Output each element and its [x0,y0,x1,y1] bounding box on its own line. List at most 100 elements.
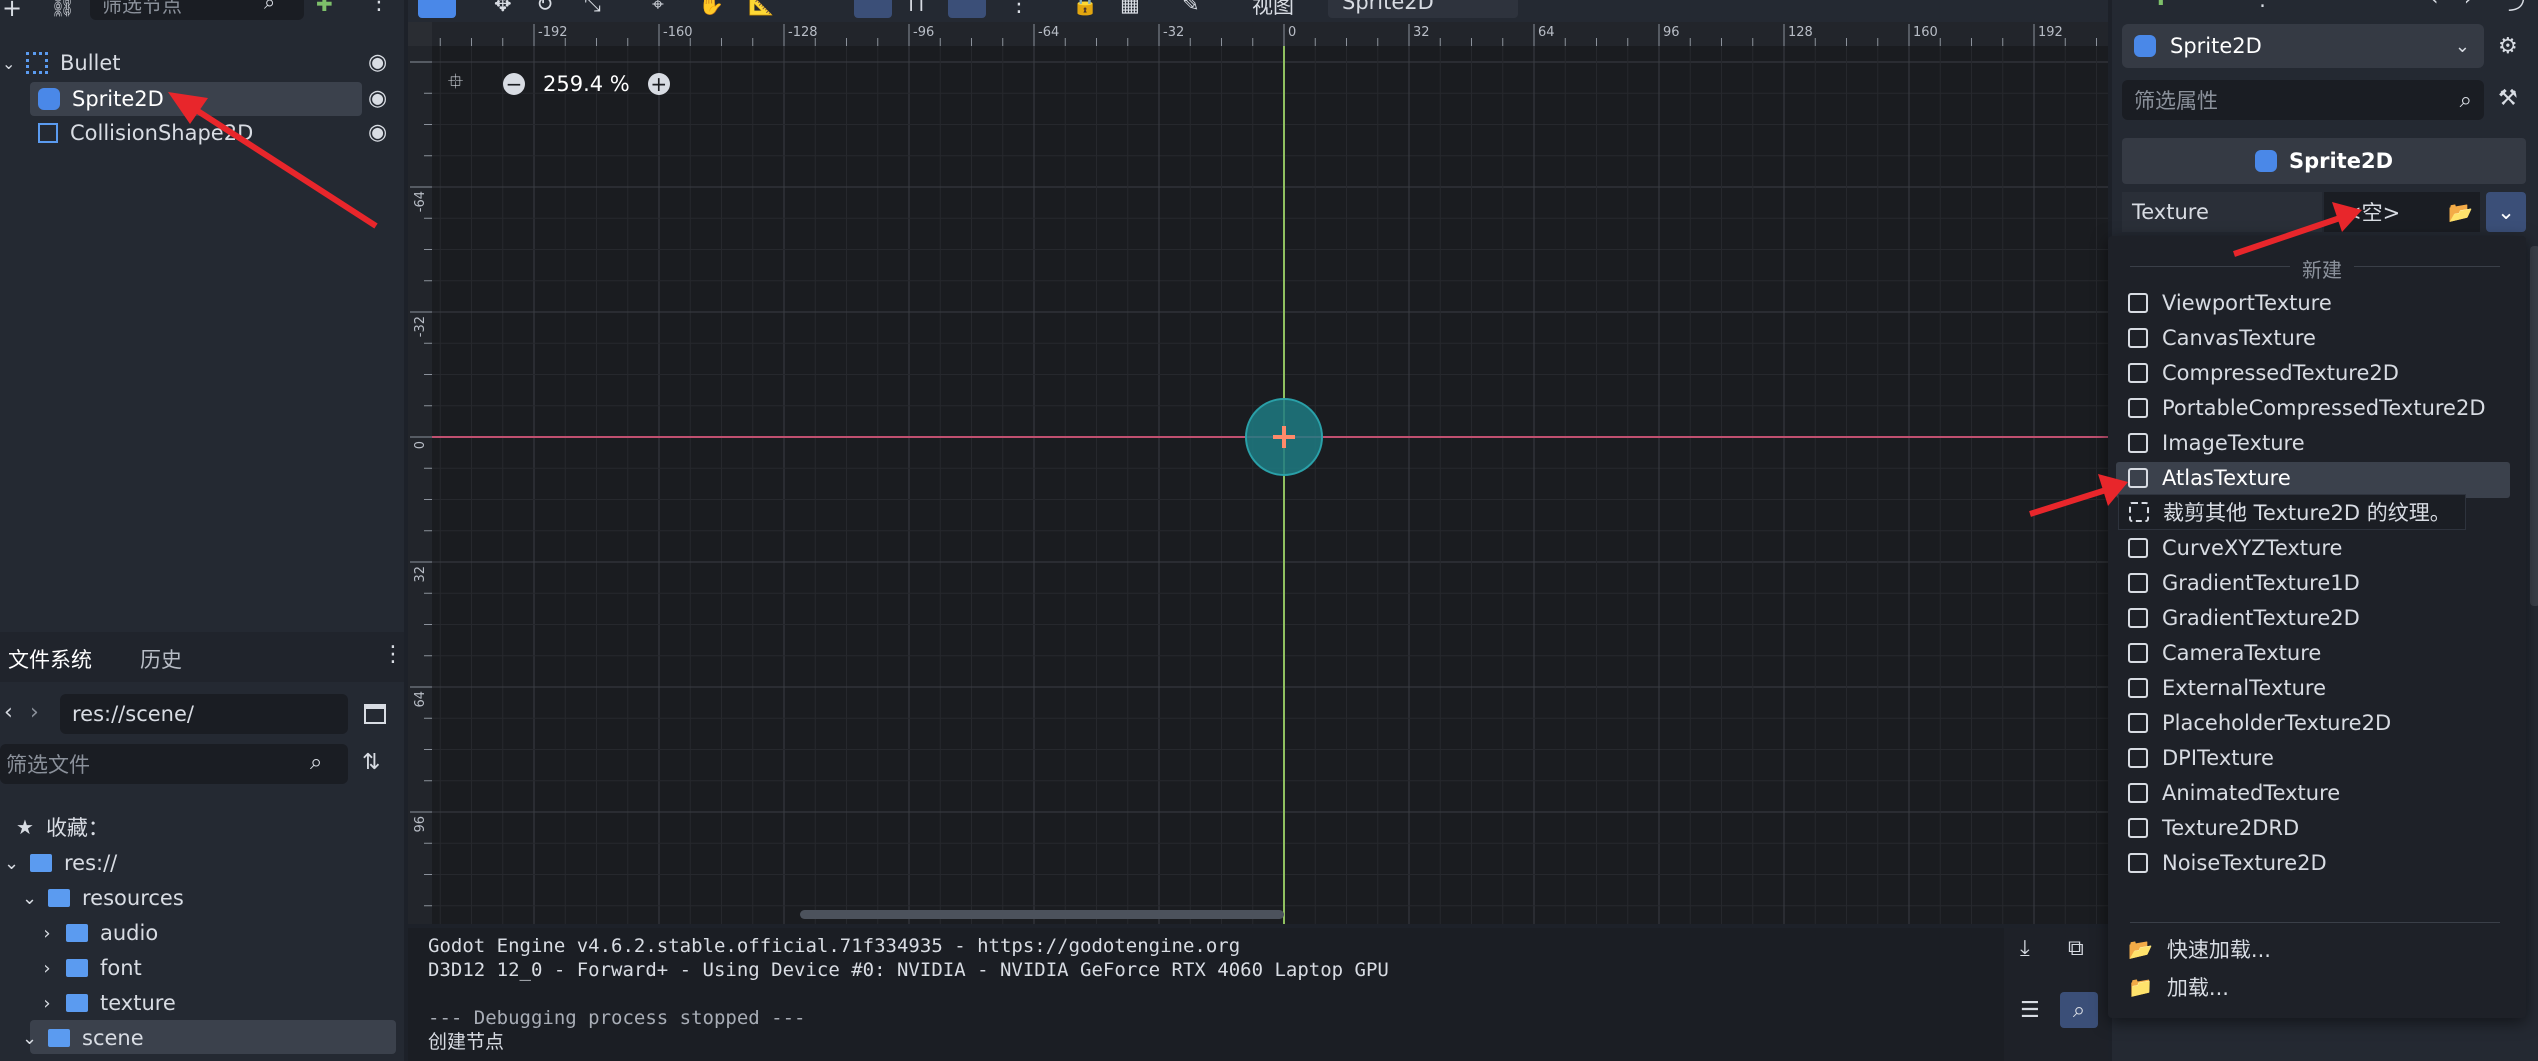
chevron-down-icon[interactable]: ⌄ [22,888,37,909]
link-icon[interactable]: ⛓ [50,0,75,18]
output-log: Godot Engine v4.6.2.stable.official.71f3… [408,928,2004,1061]
scale-tool-icon[interactable]: ⤡ [584,0,601,17]
copy-output-icon[interactable]: ⧉ [2068,936,2084,961]
tab-history[interactable]: 历史 [140,644,182,674]
view-menu[interactable]: 视图 [1252,0,1294,20]
menu-item-viewporttexture[interactable]: ViewportTexture [2118,286,2510,320]
chevron-down-icon[interactable]: ⌄ [4,853,19,874]
file-tree-label: texture [100,991,176,1015]
zoom-out-icon[interactable]: − [503,72,525,96]
menu-item-compressedtexture2d[interactable]: CompressedTexture2D [2118,356,2510,390]
texture-icon [2128,853,2148,873]
ruler-label: -128 [788,25,818,40]
search-output-button[interactable]: ⌕ [2060,992,2098,1028]
texture-dropdown-button[interactable]: ⌄ [2486,192,2526,232]
chevron-right-icon[interactable]: › [40,993,54,1014]
favorites-row[interactable]: ★ 收藏： [16,810,109,844]
ruler-label: -32 [413,316,428,337]
tree-node-collisionshape2d[interactable]: CollisionShape2D [38,116,368,150]
sort-icon[interactable]: ⇅ [362,750,380,775]
move-tool-icon[interactable]: ✥ [494,0,512,16]
history-back-icon[interactable]: ‹ [2430,0,2438,10]
section-header[interactable]: Sprite2D [2122,138,2526,184]
history-forward-icon[interactable]: › [2464,0,2472,10]
menu-quick-load[interactable]: 📂 快速加载... [2118,932,2510,966]
menu-item-dpitexture[interactable]: DPITexture [2118,741,2510,775]
visibility-eye-icon[interactable]: ◉ [368,50,387,75]
file-tree-item[interactable]: ⌄ res:// [4,846,117,880]
clear-output-icon[interactable]: ⤓ [2020,936,2030,961]
chevron-right-icon[interactable]: › [40,958,54,979]
menu-item-curvexyztexture[interactable]: CurveXYZTexture [2118,531,2510,565]
zoom-in-icon[interactable]: + [647,72,670,96]
rotate-tool-icon[interactable]: ↻ [536,0,554,16]
file-tree-item[interactable]: › texture [40,986,176,1020]
ruler-label: 64 [413,691,428,708]
new-resource-icon[interactable]: ✚ [2152,0,2170,10]
tree-node-sprite2d[interactable]: Sprite2D [38,82,368,116]
vertical-ruler[interactable] [408,22,432,924]
chevron-right-icon[interactable]: › [40,923,54,944]
filter-list-icon[interactable]: ☰ [2020,998,2040,1023]
inspector-scrollbar[interactable] [2530,246,2538,606]
menu-load[interactable]: 📁 加载... [2118,970,2510,1004]
menu-dots-icon[interactable]: ⋮ [1008,0,1030,17]
menu-dots-icon[interactable]: ⋮ [382,642,404,667]
pan-tool-icon[interactable]: ✋ [698,0,724,17]
back-arrow-icon[interactable]: ‹ [4,700,13,725]
file-tree-item[interactable]: ⌄ resources [22,881,184,915]
center-view-icon[interactable]: ⯐ [448,67,463,101]
forward-arrow-icon[interactable]: › [30,700,39,725]
tab-filesystem[interactable]: 文件系统 [8,644,92,674]
menu-item-atlastexture[interactable]: AtlasTexture [2118,461,2510,495]
visibility-eye-icon[interactable]: ◉ [368,86,387,111]
menu-item-placeholdertexture2d[interactable]: PlaceholderTexture2D [2118,706,2510,740]
menu-separator [2130,922,2500,923]
zoom-level[interactable]: 259.4 % [543,72,630,96]
menu-item-cameratexture[interactable]: CameraTexture [2118,636,2510,670]
menu-item-noisetexture2d[interactable]: NoiseTexture2D [2118,846,2510,880]
quick-load-folder-icon[interactable]: 📂 [2448,200,2473,224]
property-filter-input[interactable]: 筛选属性 ⌕ [2122,80,2484,120]
smart-snap-button[interactable] [854,0,892,18]
horizontal-scrollbar[interactable] [800,910,1284,919]
add-script-icon[interactable]: ✚ [316,0,333,16]
layout-toggle-icon[interactable] [364,704,386,724]
file-tree-item[interactable]: › font [40,951,141,985]
canvas-viewport[interactable]: -192 -160 -128 -96 -64 -32 0 32 64 96 128 160 192 -64… [408,22,2108,924]
menu-item-texture2drd[interactable]: Texture2DRD [2118,811,2510,845]
menu-item-externaltexture[interactable]: ExternalTexture [2118,671,2510,705]
object-history-icon[interactable]: ⤴ [2508,0,2526,14]
property-tools-icon[interactable]: ⚒ [2498,86,2518,111]
add-node-icon[interactable]: + [2,0,22,22]
file-tree-item[interactable]: ⌄ scene [22,1021,144,1055]
ruler-tool-icon[interactable]: 📐 [748,0,774,17]
tree-node-bullet[interactable]: ⌄ Bullet [0,46,404,80]
group-icon[interactable]: ▦ [1120,0,1140,16]
pivot-tool-icon[interactable]: ⌖ [652,0,664,17]
node-settings-icon[interactable]: ⚙ [2498,34,2518,59]
menu-item-animatedtexture[interactable]: AnimatedTexture [2118,776,2510,810]
grid-snap-button[interactable] [948,0,986,18]
menu-dots-icon[interactable]: ⋮ [2252,0,2273,10]
visibility-eye-icon[interactable]: ◉ [368,120,387,145]
menu-item-portablecompressedtexture2d[interactable]: PortableCompressedTexture2D [2118,391,2510,425]
menu-item-label: 加载... [2166,976,2229,1000]
tree-node-label: CollisionShape2D [70,121,254,145]
menu-item-gradienttexture2d[interactable]: GradientTexture2D [2118,601,2510,635]
log-line: D3D12 12_0 - Forward+ - Using Device #0:… [428,959,1389,981]
file-tree-item[interactable]: › audio [40,916,158,950]
menu-item-canvastexture[interactable]: CanvasTexture [2118,321,2510,355]
bone-icon[interactable]: ✎ [1182,0,1200,16]
menu-item-imagetexture[interactable]: ImageTexture [2118,426,2510,460]
select-mode-button[interactable] [418,0,456,18]
node-type-dropdown[interactable]: Sprite2D ⌄ [2122,24,2484,68]
menu-item-gradienttexture1d[interactable]: GradientTexture1D [2118,566,2510,600]
path-field[interactable]: res://scene/ [60,694,348,734]
chevron-down-icon[interactable]: ⌄ [0,54,15,73]
file-filter-input[interactable]: 筛选文件 [0,744,348,784]
menu-dots-icon[interactable]: ⋮ [368,0,390,15]
chevron-down-icon[interactable]: ⌄ [22,1028,37,1049]
snap-icon[interactable]: ⊓ [908,0,924,16]
lock-icon[interactable]: 🔒 [1072,0,1098,17]
